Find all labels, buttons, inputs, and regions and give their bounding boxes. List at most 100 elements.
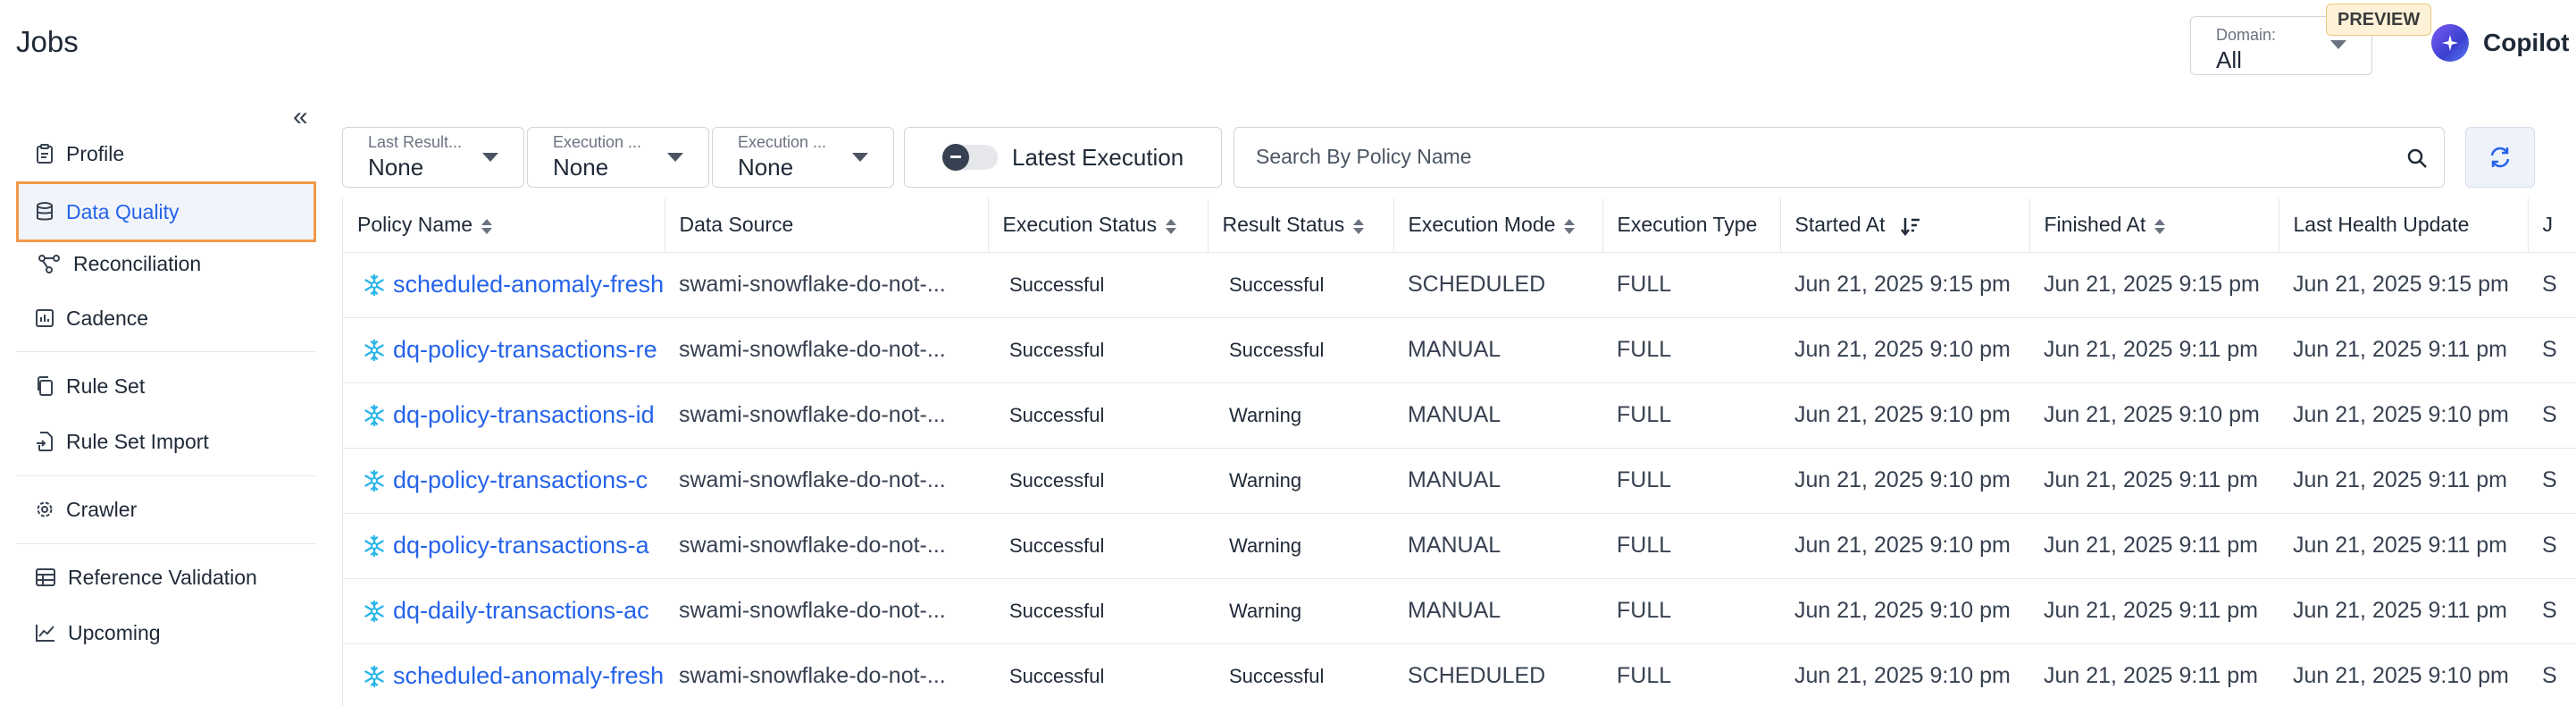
cell-execution-type: FULL	[1602, 252, 1780, 318]
sidebar-item-rule-set-import[interactable]: Rule Set Import	[16, 414, 316, 469]
copy-icon	[38, 376, 53, 396]
sidebar-item-rule-set[interactable]: Rule Set	[16, 358, 316, 414]
latest-execution-label: Latest Execution	[1012, 143, 1184, 171]
column-header-started-at[interactable]: Started At	[1780, 198, 2030, 253]
cell-last-health-update: Jun 21, 2025 9:10 pm	[2279, 382, 2528, 449]
sort-icon[interactable]	[1353, 218, 1365, 234]
cell-execution-mode: SCHEDULED	[1393, 643, 1602, 706]
column-header-execution-type[interactable]: Execution Type	[1602, 198, 1781, 253]
cell-data-source: swami-snowflake-do-not-...	[665, 448, 988, 514]
sidebar-item-data-quality[interactable]: Data Quality	[16, 181, 316, 242]
column-header-data-source[interactable]: Data Source	[665, 198, 989, 253]
refresh-button[interactable]	[2465, 127, 2535, 188]
cell-execution-type: FULL	[1602, 643, 1780, 706]
policy-name-link[interactable]: dq-policy-transactions-re	[393, 336, 657, 364]
table-row[interactable]: scheduled-anomaly-fresh swami-snowflake-d…	[343, 643, 2576, 706]
column-header-label: Execution Status	[1002, 213, 1158, 237]
cell-truncated: S	[2528, 578, 2576, 644]
cell-execution-mode: MANUAL	[1393, 448, 1602, 514]
sidebar-item-label: Rule Set	[66, 374, 146, 398]
sort-descending-icon[interactable]	[1900, 215, 1921, 237]
cell-started-at: Jun 21, 2025 9:10 pm	[1780, 513, 2029, 579]
cell-data-source: swami-snowflake-do-not-...	[665, 513, 988, 579]
column-header-execution-mode[interactable]: Execution Mode	[1393, 198, 1603, 253]
cell-started-at: Jun 21, 2025 9:10 pm	[1780, 448, 2029, 514]
sort-icon[interactable]	[1166, 218, 1177, 234]
policy-name-link[interactable]: dq-policy-transactions-a	[393, 532, 649, 559]
sort-icon[interactable]	[1564, 218, 1576, 234]
policy-name-link[interactable]: scheduled-anomaly-fresh	[393, 271, 664, 298]
sidebar-item-reconciliation[interactable]: Reconciliation	[16, 236, 316, 291]
cell-execution-status: Successful	[988, 448, 1208, 514]
column-header-label: Last Health Update	[2293, 213, 2470, 237]
sidebar-item-cadence[interactable]: Cadence	[16, 290, 316, 346]
last-result-filter[interactable]: Last Result... None	[342, 127, 524, 188]
cell-truncated: S	[2528, 252, 2576, 318]
toggle-switch[interactable]	[942, 144, 998, 171]
cell-truncated: S	[2528, 382, 2576, 449]
column-header-result-status[interactable]: Result Status	[1208, 198, 1394, 253]
table-row[interactable]: dq-policy-transactions-c swami-snowflake-…	[343, 448, 2576, 514]
cell-policy-name: dq-policy-transactions-re	[343, 317, 665, 383]
cell-finished-at: Jun 21, 2025 9:10 pm	[2029, 382, 2279, 449]
cell-policy-name: scheduled-anomaly-fresh	[343, 643, 665, 706]
cell-result-status: Warning	[1208, 578, 1393, 644]
sidebar-item-profile[interactable]: Profile	[16, 126, 316, 181]
search-input[interactable]	[1234, 128, 2351, 185]
sidebar-item-label: Profile	[66, 141, 125, 165]
sidebar-item-label: Upcoming	[68, 620, 161, 644]
execution-mode-filter[interactable]: Execution ... None	[712, 127, 894, 188]
sidebar-item-reference-validation[interactable]: Reference Validation	[16, 550, 316, 605]
search-icon[interactable]	[2406, 147, 2428, 169]
sidebar-item-label: Crawler	[66, 497, 138, 521]
sidebar-item-label: Reference Validation	[68, 565, 257, 589]
table-header-row: Policy Name Data Source Execution Status…	[343, 198, 2576, 253]
table-row[interactable]: dq-daily-transactions-ac swami-snowflake-…	[343, 578, 2576, 644]
copilot-label: Copilot	[2483, 29, 2570, 56]
sidebar-divider	[16, 543, 316, 544]
cell-execution-status: Successful	[988, 252, 1208, 318]
sort-icon[interactable]	[481, 218, 493, 234]
sparkle-icon	[2431, 24, 2469, 62]
cell-started-at: Jun 21, 2025 9:10 pm	[1780, 382, 2029, 449]
cell-execution-mode: MANUAL	[1393, 513, 1602, 579]
table-row[interactable]: scheduled-anomaly-fresh swami-snowflake-d…	[343, 252, 2576, 318]
copilot-button[interactable]: Copilot	[2431, 24, 2570, 62]
gear-icon	[37, 501, 53, 517]
column-header-label: J	[2542, 213, 2554, 237]
execution-status-filter[interactable]: Execution ... None	[527, 127, 709, 188]
table-row[interactable]: dq-policy-transactions-a swami-snowflake-…	[343, 513, 2576, 579]
policy-name-link[interactable]: dq-policy-transactions-c	[393, 466, 648, 494]
column-header-label: Result Status	[1222, 213, 1345, 237]
cell-truncated: S	[2528, 643, 2576, 706]
cell-execution-mode: SCHEDULED	[1393, 252, 1602, 318]
cell-execution-status: Successful	[988, 382, 1208, 449]
column-header-label: Data Source	[679, 213, 794, 237]
jobs-table: Policy Name Data Source Execution Status…	[342, 198, 2576, 706]
policy-name-link[interactable]: dq-policy-transactions-id	[393, 401, 655, 429]
policy-name-link[interactable]: scheduled-anomaly-fresh	[393, 662, 664, 690]
filter-value: None	[738, 154, 794, 181]
cell-execution-mode: MANUAL	[1393, 382, 1602, 449]
latest-execution-toggle[interactable]: Latest Execution	[904, 127, 1222, 188]
cell-finished-at: Jun 21, 2025 9:11 pm	[2029, 317, 2279, 383]
sidebar-item-upcoming[interactable]: Upcoming	[16, 605, 316, 660]
column-header-truncated[interactable]: J	[2528, 198, 2576, 253]
column-header-policy-name[interactable]: Policy Name	[343, 198, 665, 253]
policy-name-link[interactable]: dq-daily-transactions-ac	[393, 597, 649, 625]
cell-last-health-update: Jun 21, 2025 9:11 pm	[2279, 578, 2528, 644]
cell-execution-type: FULL	[1602, 448, 1780, 514]
sidebar-item-crawler[interactable]: Crawler	[16, 482, 316, 537]
cell-data-source: swami-snowflake-do-not-...	[665, 252, 988, 318]
file-import-icon	[37, 432, 53, 451]
column-header-last-health-update[interactable]: Last Health Update	[2279, 198, 2529, 253]
cell-last-health-update: Jun 21, 2025 9:11 pm	[2279, 513, 2528, 579]
cell-policy-name: scheduled-anomaly-fresh	[343, 252, 665, 318]
sort-icon[interactable]	[2154, 218, 2166, 234]
cell-policy-name: dq-policy-transactions-id	[343, 382, 665, 449]
table-row[interactable]: dq-policy-transactions-re swami-snowflake…	[343, 317, 2576, 383]
table-row[interactable]: dq-policy-transactions-id swami-snowflake…	[343, 382, 2576, 449]
column-header-execution-status[interactable]: Execution Status	[988, 198, 1209, 253]
sidebar-divider	[16, 351, 316, 352]
column-header-finished-at[interactable]: Finished At	[2029, 198, 2279, 253]
